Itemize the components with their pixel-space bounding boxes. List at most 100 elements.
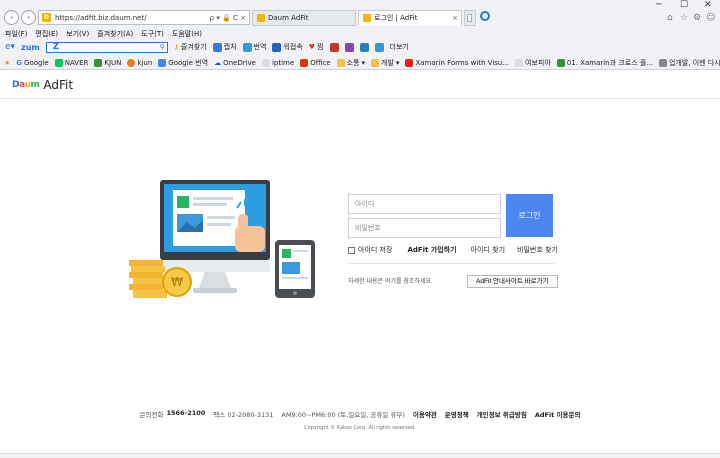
find-password-link[interactable]: 비밀번호 찾기 [517,245,558,255]
phone-number: 1566-2100 [166,409,206,417]
zum-logo[interactable]: zum [21,43,40,52]
translate-icon [242,42,252,52]
toolbar-app2-icon[interactable] [344,42,354,52]
cloud-icon: ☁ [214,58,222,67]
find-id-link[interactable]: 아이디 찾기 [471,245,505,255]
password-input[interactable]: 비밀번호 [348,218,501,238]
bookmark-label: NAVER [64,58,89,67]
gear-icon[interactable]: ⚙ [693,13,701,23]
footer-inquiry-link[interactable]: AdFit 이용문의 [535,409,581,419]
bookmark-folder-sotong[interactable]: 소통 ▾ [336,58,366,68]
toolbar-favorites-label: 즐겨찾기 [180,43,207,51]
guide-site-button[interactable]: AdFit 안내사이트 바로가기 [467,275,558,288]
address-tools-icon[interactable]: ρ ▾ 🔒 C × [210,14,246,22]
menu-view[interactable]: 보기(V) [66,29,89,39]
toolbar-jjim-label: 찜 [317,43,324,51]
ie-logo-icon[interactable] [480,11,490,21]
close-window-icon[interactable]: ✕ [704,0,712,10]
ie-menu-icon[interactable]: e▾ [5,42,15,52]
page-icon [261,58,270,67]
bookmark-up-dev[interactable]: 업개발, 이젠 다시 크로스... [658,58,720,68]
menu-favorites[interactable]: 즐겨찾기(A) [97,29,133,39]
home-icon[interactable]: ⌂ [667,13,673,23]
close-tab-icon[interactable]: × [452,14,458,22]
save-id-label[interactable]: 아이디 저장 [358,245,392,255]
translate-icon [158,58,167,67]
toolbar-jjim[interactable]: ♥ 찜 [309,42,324,52]
toolbar-connect-label: 워접속 [283,43,303,51]
maximize-icon[interactable]: ☐ [680,0,688,10]
bookmark-label: 개발 [381,58,394,67]
browser-nav-row: ‹ › D https://adfit.biz.daum.net/ ρ ▾ 🔒 … [0,0,720,26]
bookmark-onedrive[interactable]: ☁ OneDrive [214,59,256,67]
back-button[interactable]: ‹ [4,10,19,25]
bookmark-xamarin-youtube[interactable]: Xamarin Forms with Visu... [405,58,510,67]
bookmark-label: Office [310,58,331,67]
kjun-icon [94,58,103,67]
bookmark-label: Xamarin Forms with Visu... [415,58,510,67]
footer-policy-link[interactable]: 운영정책 [445,409,469,419]
bookmark-label: 여보피아 [525,58,551,67]
favorites-star-icon[interactable]: ★ [4,59,10,67]
toolbar-app-icon[interactable] [329,42,339,52]
tab-favicon-icon [257,14,265,22]
guide-text: 자세한 내용은 여기를 참조하세요. [348,278,433,285]
toolbar-translate[interactable]: 번역 [242,42,266,52]
join-link[interactable]: AdFit 가입하기 [407,245,456,255]
bookmark-kjun2[interactable]: kjun [127,58,153,67]
search-icon[interactable]: ⚲ [160,43,165,51]
bookmark-folder-dev[interactable]: 개발 ▾ [371,58,399,68]
phone-label: 문의전화 [139,411,164,419]
toolbar-connect[interactable]: 워접속 [272,42,303,52]
new-tab-button[interactable] [464,10,476,26]
tab-login-adfit[interactable]: 로그인 | AdFit × [358,10,462,26]
twitter-icon[interactable] [374,42,384,52]
smiley-icon[interactable]: ☺ [706,13,715,23]
address-bar[interactable]: D https://adfit.biz.daum.net/ ρ ▾ 🔒 C × [38,10,250,25]
bookmark-office[interactable]: Office [300,58,331,67]
bookmark-xamarin-cross[interactable]: 01. Xamarin과 크로스 플... [556,58,653,68]
toolbar-capture[interactable]: 캡처 [212,42,237,52]
bookmark-google-translate[interactable]: Google 번역 [158,58,208,68]
bookmark-kjun[interactable]: KJUN [94,58,121,67]
toolbar-more[interactable]: 더보기 [390,42,409,52]
menu-help[interactable]: 도움말(H) [172,29,202,39]
page-icon [658,58,667,67]
kjun2-icon [127,58,136,67]
footer-privacy-link[interactable]: 개인정보 취급방침 [477,409,527,419]
fax-text: 팩스 02-2080-3131 [213,411,274,419]
site-header: Daum AdFit [0,71,720,99]
save-id-checkbox[interactable] [348,246,355,254]
bookmark-naver[interactable]: NAVER [54,58,89,67]
menu-file[interactable]: 파일(F) [5,29,27,39]
tab-label: Daum AdFit [268,14,309,22]
toolbar-favorites[interactable]: ⚷ 즐겨찾기 [174,42,207,52]
address-url[interactable]: https://adfit.biz.daum.net/ [55,14,210,22]
star-icon[interactable]: ☆ [680,13,688,23]
id-input[interactable]: 아이디 [348,194,501,214]
bookmark-label: kjun [137,58,153,67]
bookmark-iptime[interactable]: iptime [261,58,294,67]
bookmark-google[interactable]: G Google [16,59,48,67]
google-icon: G [16,58,23,67]
menu-tools[interactable]: 도구(T) [141,29,164,39]
menu-edit[interactable]: 편집(E) [35,29,58,39]
favorites-bar: ★ G Google NAVER KJUN kjun Google 번역 ☁ One… [0,56,720,69]
zum-toolbar: e▾ zum Z ⚲ ⚷ 즐겨찾기 캡처 번역 워접속 ♥ 찜 더보기 [0,40,720,54]
login-button[interactable]: 로그인 [506,194,553,237]
login-options: 아이디 저장 AdFit 가입하기 아이디 찾기 비밀번호 찾기 [348,245,558,255]
forward-arrow-icon: › [26,12,31,23]
hours-text: AM9:00~PM6:00 (토,일요일, 공휴일 휴무) [281,411,405,419]
zum-search-input[interactable]: Z ⚲ [45,41,168,53]
adfit-logo[interactable]: Daum AdFit [12,78,73,92]
chevron-down-icon: ▾ [361,58,366,67]
minimize-icon[interactable]: ─ [656,0,661,10]
menu-bar: 파일(F) 편집(E) 보기(V) 즐겨찾기(A) 도구(T) 도움말(H) [5,29,202,39]
tab-daum-adfit[interactable]: Daum AdFit [252,10,356,26]
bookmark-yeobopia[interactable]: 여보피아 [515,58,551,68]
tab-label: 로그인 | AdFit [374,14,418,22]
footer-terms-link[interactable]: 이용약관 [413,409,437,419]
toolbar-app3-icon[interactable] [359,42,369,52]
copyright: Copyright © Kakao Corp. All rights reser… [304,425,416,431]
forward-button[interactable]: › [21,10,36,25]
